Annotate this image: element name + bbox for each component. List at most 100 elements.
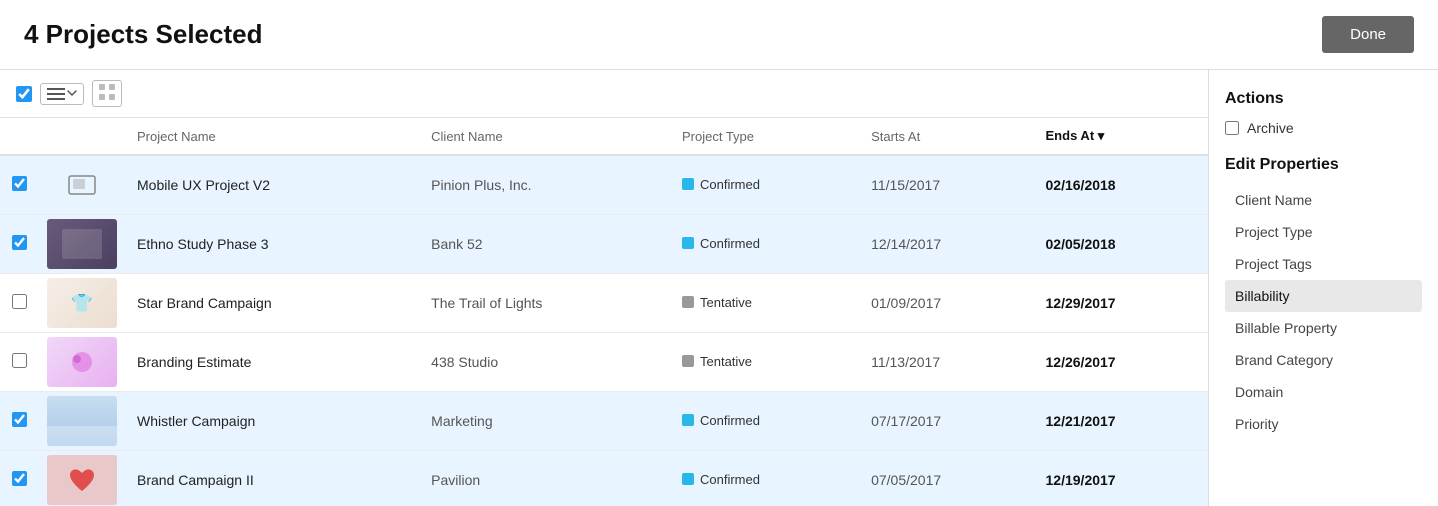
project-type-cell: Tentative: [670, 274, 859, 333]
row-checkbox-cell[interactable]: [0, 392, 39, 451]
row-checkbox[interactable]: [12, 294, 27, 309]
client-name-cell: Marketing: [419, 392, 670, 451]
project-name: Whistler Campaign: [137, 413, 255, 429]
checkbox-column-header: [0, 118, 39, 155]
starts-at-cell: 12/14/2017: [859, 215, 1033, 274]
status-dot: [682, 296, 694, 308]
prop-item-client-name[interactable]: Client Name: [1225, 184, 1422, 216]
table-header-row: Project Name Client Name Project Type St…: [0, 118, 1208, 155]
thumbnail: [47, 337, 117, 387]
prop-item-billable-property[interactable]: Billable Property: [1225, 312, 1422, 344]
row-checkbox-cell[interactable]: [0, 155, 39, 215]
row-checkbox[interactable]: [12, 235, 27, 250]
table-row: Whistler Campaign Marketing Confirmed 07…: [0, 392, 1208, 451]
status-dot: [682, 237, 694, 249]
starts-at-cell: 01/09/2017: [859, 274, 1033, 333]
project-type-cell: Confirmed: [670, 451, 859, 506]
client-name: The Trail of Lights: [431, 295, 542, 311]
select-all-checkbox[interactable]: [16, 86, 32, 102]
archive-row: Archive: [1225, 120, 1422, 136]
row-checkbox-cell[interactable]: [0, 215, 39, 274]
thumbnail: [47, 455, 117, 505]
table-row: Ethno Study Phase 3 Bank 52 Confirmed 12…: [0, 215, 1208, 274]
chevron-down-icon: [67, 90, 77, 97]
project-name: Mobile UX Project V2: [137, 177, 270, 193]
table-row: 👕 Star Brand Campaign The Trail of Light…: [0, 274, 1208, 333]
client-name-cell: Bank 52: [419, 215, 670, 274]
row-checkbox-cell[interactable]: [0, 333, 39, 392]
project-type-cell: Confirmed: [670, 155, 859, 215]
ends-at-column-header[interactable]: Ends At ▾: [1034, 118, 1208, 155]
client-name: Bank 52: [431, 236, 482, 252]
row-checkbox[interactable]: [12, 412, 27, 427]
status-label: Confirmed: [700, 472, 760, 487]
ends-at-cell: 12/19/2017: [1034, 451, 1208, 506]
thumbnail-cell: 👕: [39, 274, 125, 333]
ends-at-cell: 02/05/2018: [1034, 215, 1208, 274]
thumbnail-cell: [39, 392, 125, 451]
client-name: Pinion Plus, Inc.: [431, 177, 531, 193]
ends-at-cell: 12/21/2017: [1034, 392, 1208, 451]
project-name-cell: Mobile UX Project V2: [125, 155, 419, 215]
table-body: Mobile UX Project V2 Pinion Plus, Inc. C…: [0, 155, 1208, 506]
table-row: Branding Estimate 438 Studio Tentative 1…: [0, 333, 1208, 392]
project-name-column-header[interactable]: Project Name: [125, 118, 419, 155]
table-row: Brand Campaign II Pavilion Confirmed 07/…: [0, 451, 1208, 506]
prop-item-priority[interactable]: Priority: [1225, 408, 1422, 440]
table-row: Mobile UX Project V2 Pinion Plus, Inc. C…: [0, 155, 1208, 215]
thumbnail: [47, 160, 117, 210]
thumbnail-cell: [39, 333, 125, 392]
project-type-column-header[interactable]: Project Type: [670, 118, 859, 155]
status-dot: [682, 178, 694, 190]
prop-item-domain[interactable]: Domain: [1225, 376, 1422, 408]
row-checkbox[interactable]: [12, 471, 27, 486]
ends-at-cell: 02/16/2018: [1034, 155, 1208, 215]
row-checkbox-cell[interactable]: [0, 274, 39, 333]
status-badge: Tentative: [682, 295, 752, 310]
row-checkbox[interactable]: [12, 176, 27, 191]
project-type-cell: Confirmed: [670, 215, 859, 274]
thumbnail: [47, 219, 117, 269]
status-dot: [682, 414, 694, 426]
done-button[interactable]: Done: [1322, 16, 1414, 53]
row-checkbox[interactable]: [12, 353, 27, 368]
archive-checkbox[interactable]: [1225, 121, 1239, 135]
client-name-cell: 438 Studio: [419, 333, 670, 392]
thumbnail-cell: [39, 155, 125, 215]
client-name: 438 Studio: [431, 354, 498, 370]
page-title: 4 Projects Selected: [24, 19, 262, 50]
row-checkbox-cell[interactable]: [0, 451, 39, 506]
status-badge: Tentative: [682, 354, 752, 369]
thumb-column-header: [39, 118, 125, 155]
starts-at-cell: 07/17/2017: [859, 392, 1033, 451]
projects-table: Project Name Client Name Project Type St…: [0, 118, 1208, 506]
thumbnail-cell: [39, 451, 125, 506]
client-name-column-header[interactable]: Client Name: [419, 118, 670, 155]
status-label: Confirmed: [700, 413, 760, 428]
client-name-cell: The Trail of Lights: [419, 274, 670, 333]
list-view-button[interactable]: [40, 83, 84, 105]
edit-properties-title: Edit Properties: [1225, 156, 1422, 174]
status-dot: [682, 355, 694, 367]
project-name-cell: Ethno Study Phase 3: [125, 215, 419, 274]
project-type-cell: Confirmed: [670, 392, 859, 451]
prop-item-brand-category[interactable]: Brand Category: [1225, 344, 1422, 376]
client-name: Pavilion: [431, 472, 480, 488]
prop-item-project-type[interactable]: Project Type: [1225, 216, 1422, 248]
project-name: Branding Estimate: [137, 354, 251, 370]
prop-item-project-tags[interactable]: Project Tags: [1225, 248, 1422, 280]
client-name-cell: Pavilion: [419, 451, 670, 506]
status-dot: [682, 473, 694, 485]
starts-at-column-header[interactable]: Starts At: [859, 118, 1033, 155]
status-label: Tentative: [700, 295, 752, 310]
status-badge: Confirmed: [682, 413, 760, 428]
grid-view-button[interactable]: [92, 80, 122, 107]
starts-at-cell: 11/13/2017: [859, 333, 1033, 392]
actions-title: Actions: [1225, 90, 1422, 108]
prop-item-billability[interactable]: Billability: [1225, 280, 1422, 312]
status-label: Confirmed: [700, 177, 760, 192]
top-bar: 4 Projects Selected Done: [0, 0, 1438, 70]
main-layout: Project Name Client Name Project Type St…: [0, 70, 1438, 506]
ends-at-cell: 12/29/2017: [1034, 274, 1208, 333]
project-name: Brand Campaign II: [137, 472, 254, 488]
